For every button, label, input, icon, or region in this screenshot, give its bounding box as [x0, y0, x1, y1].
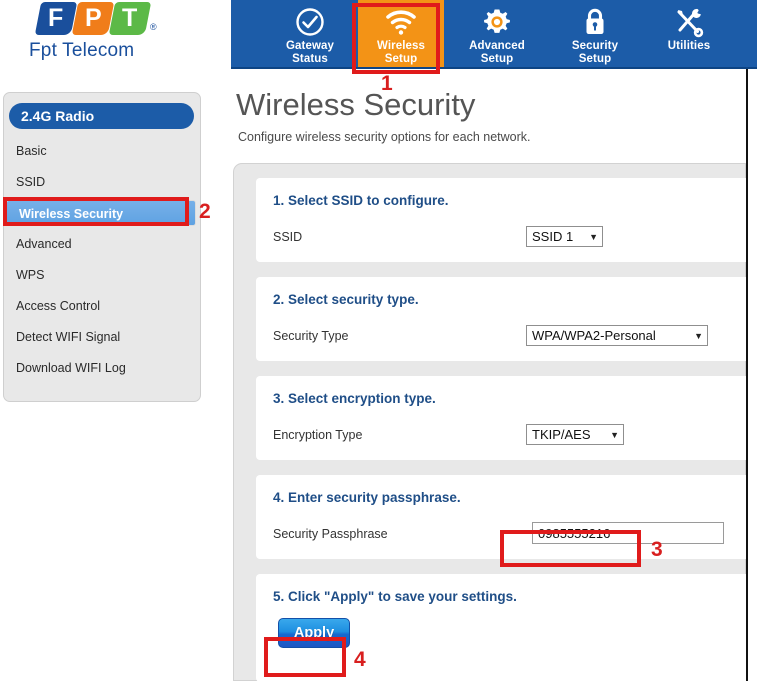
- ssid-select-value: SSID 1: [532, 229, 574, 244]
- ssid-label: SSID: [273, 230, 303, 244]
- sidebar-item-wps[interactable]: WPS: [4, 262, 202, 288]
- nav-item-wireless-setup[interactable]: Wireless Setup: [358, 0, 444, 67]
- apply-button[interactable]: Apply: [278, 618, 350, 648]
- brand-name: Fpt Telecom: [29, 40, 135, 61]
- content-panel: 1. Select SSID to configure. SSID SSID 1…: [233, 163, 747, 681]
- logo-letter-t: T: [108, 2, 152, 35]
- nav-item-advanced-setup[interactable]: Advanced Setup: [447, 0, 547, 67]
- page-subtitle: Configure wireless security options for …: [238, 130, 531, 144]
- card-security-type: 2. Select security type. Security Type W…: [256, 277, 747, 361]
- wifi-icon: [386, 10, 416, 35]
- logo-letter-t-text: T: [122, 4, 138, 32]
- security-type-select[interactable]: WPA/WPA2-Personal ▼: [526, 325, 708, 346]
- sidebar-heading: 2.4G Radio: [9, 103, 194, 129]
- lock-icon: [586, 8, 604, 34]
- chevron-down-icon: ▼: [589, 232, 598, 242]
- nav-item-gateway-status[interactable]: Gateway Status: [257, 0, 363, 67]
- page-title: Wireless Security: [236, 87, 476, 122]
- nav-item-utilities[interactable]: Utilities: [643, 0, 735, 67]
- sidebar-item-access-control[interactable]: Access Control: [4, 293, 202, 319]
- registered-mark-icon: ®: [150, 22, 157, 32]
- card-encryption-type-heading: 3. Select encryption type.: [273, 391, 436, 406]
- card-passphrase-heading: 4. Enter security passphrase.: [273, 490, 461, 505]
- ssid-select[interactable]: SSID 1 ▼: [526, 226, 603, 247]
- nav-item-utilities-label: Utilities: [667, 40, 711, 52]
- sidebar-item-download-wifi-log[interactable]: Download WIFI Log: [4, 355, 202, 381]
- sidebar-item-wireless-security-label: Wireless Security: [19, 207, 124, 221]
- security-type-label: Security Type: [273, 329, 349, 343]
- brand-header: F P T ® Fpt Telecom: [0, 0, 231, 69]
- nav-item-advanced-setup-label: Advanced Setup: [469, 40, 525, 65]
- card-apply: 5. Click "Apply" to save your settings. …: [256, 574, 747, 681]
- encryption-type-select-value: TKIP/AES: [532, 427, 591, 442]
- top-navigation: Gateway Status Wireless Setup Advanced S…: [231, 0, 757, 69]
- sidebar-item-wireless-security[interactable]: Wireless Security: [6, 200, 196, 226]
- logo-letter-p: P: [71, 2, 115, 35]
- sidebar-item-wps-label: WPS: [16, 268, 45, 282]
- tools-icon: [677, 8, 704, 38]
- security-type-select-value: WPA/WPA2-Personal: [532, 328, 656, 343]
- sidebar-item-basic[interactable]: Basic: [4, 138, 202, 164]
- card-encryption-type: 3. Select encryption type. Encryption Ty…: [256, 376, 747, 460]
- encryption-type-select[interactable]: TKIP/AES ▼: [526, 424, 624, 445]
- fpt-logo-icon: F P T ®: [34, 2, 168, 36]
- card-passphrase: 4. Enter security passphrase. Security P…: [256, 475, 747, 559]
- card-select-ssid-heading: 1. Select SSID to configure.: [273, 193, 449, 208]
- sidebar-item-access-control-label: Access Control: [16, 299, 101, 313]
- encryption-type-label: Encryption Type: [273, 428, 363, 442]
- card-security-type-heading: 2. Select security type.: [273, 292, 419, 307]
- sidebar-item-basic-label: Basic: [16, 144, 47, 158]
- sidebar-item-detect-wifi-signal[interactable]: Detect WIFI Signal: [4, 324, 202, 350]
- card-apply-heading: 5. Click "Apply" to save your settings.: [273, 589, 517, 604]
- router-admin-screenshot: F P T ® Fpt Telecom Gateway Status Wirel…: [0, 0, 757, 681]
- sidebar-item-detect-wifi-signal-label: Detect WIFI Signal: [16, 330, 121, 344]
- sidebar-item-advanced-label: Advanced: [16, 237, 72, 251]
- logo-letter-f: F: [34, 2, 78, 35]
- sidebar: 2.4G Radio Basic SSID Wireless Security …: [3, 92, 201, 402]
- chevron-down-icon: ▼: [610, 430, 619, 440]
- sidebar-item-download-wifi-log-label: Download WIFI Log: [16, 361, 126, 375]
- chevron-down-icon: ▼: [694, 331, 703, 341]
- gear-icon: [484, 9, 510, 33]
- logo-letter-p-text: P: [84, 4, 102, 32]
- nav-item-security-setup[interactable]: Security Setup: [547, 0, 643, 67]
- page-right-border: [746, 69, 757, 681]
- logo-letter-f-text: F: [48, 4, 64, 32]
- nav-item-security-setup-label: Security Setup: [571, 40, 619, 65]
- card-select-ssid: 1. Select SSID to configure. SSID SSID 1…: [256, 178, 747, 262]
- nav-item-wireless-setup-label: Wireless Setup: [376, 40, 425, 65]
- security-passphrase-input[interactable]: [532, 522, 724, 544]
- nav-item-gateway-status-label: Gateway Status: [285, 40, 334, 65]
- sidebar-item-advanced[interactable]: Advanced: [4, 231, 202, 257]
- sidebar-item-ssid[interactable]: SSID: [4, 169, 202, 195]
- check-circle-icon: [296, 8, 324, 36]
- passphrase-label: Security Passphrase: [273, 527, 388, 541]
- sidebar-item-ssid-label: SSID: [16, 175, 46, 189]
